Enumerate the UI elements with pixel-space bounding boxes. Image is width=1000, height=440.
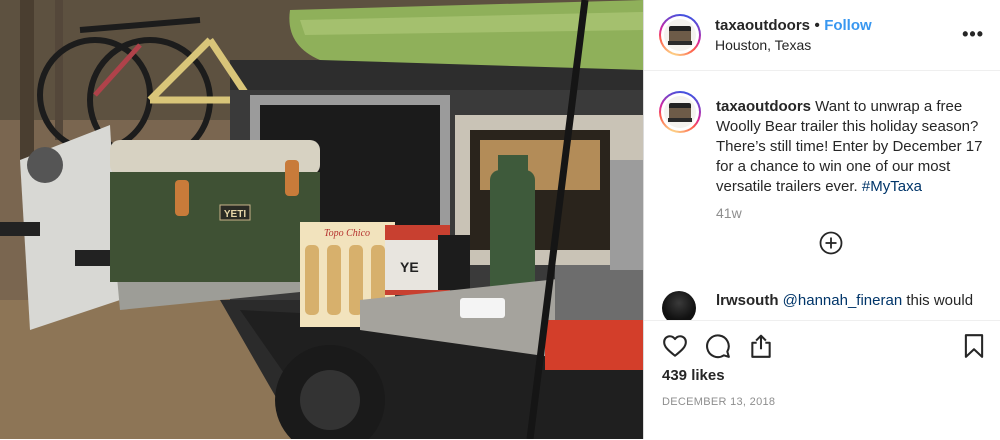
comment: lrwsouth @hannah_fineran this would: [716, 291, 988, 311]
taxa-logo: [664, 19, 696, 51]
action-bar: 439 likes DECEMBER 13, 2018: [644, 320, 1000, 440]
caption-time[interactable]: 41w: [716, 205, 742, 221]
comment-mention[interactable]: @hannah_fineran: [783, 292, 903, 309]
account-username[interactable]: taxaoutdoors: [715, 17, 810, 34]
commenter-avatar[interactable]: [662, 291, 696, 321]
bookmark-icon[interactable]: [961, 333, 987, 359]
post-photo[interactable]: YETI Topo Chico YE: [0, 0, 643, 439]
caption-avatar[interactable]: [659, 91, 701, 133]
account-avatar[interactable]: [659, 14, 701, 56]
comment-bubble-icon[interactable]: [705, 333, 731, 359]
trailer-scene: YETI Topo Chico YE: [0, 0, 643, 439]
taxa-logo: [664, 96, 696, 128]
post-header: taxaoutdoors • Follow Houston, Texas •••: [644, 0, 1000, 71]
comment-username[interactable]: lrwsouth: [716, 292, 779, 309]
comments-area: taxaoutdoors Want to unwrap a free Wooll…: [644, 71, 1000, 321]
crate-brand-label: Topo Chico: [324, 228, 370, 239]
follow-button[interactable]: Follow: [824, 17, 872, 34]
post-date[interactable]: DECEMBER 13, 2018: [662, 396, 775, 408]
plus-circle-icon[interactable]: [819, 231, 843, 255]
more-options-icon[interactable]: •••: [962, 25, 984, 43]
comment-body: this would: [902, 292, 974, 309]
caption-username[interactable]: taxaoutdoors: [716, 98, 811, 115]
share-icon[interactable]: [748, 333, 774, 359]
cooler-brand-label: YETI: [224, 209, 246, 220]
name-separator: •: [814, 17, 820, 34]
post-sidebar: taxaoutdoors • Follow Houston, Texas •••…: [643, 0, 1000, 439]
header-name-row: taxaoutdoors • Follow: [715, 17, 872, 35]
post-caption: taxaoutdoors Want to unwrap a free Wooll…: [716, 97, 988, 197]
caption-hashtag[interactable]: #MyTaxa: [862, 178, 922, 195]
heart-icon[interactable]: [662, 333, 688, 359]
like-count[interactable]: 439 likes: [662, 367, 725, 384]
bucket-label: YE: [400, 259, 419, 275]
post-location[interactable]: Houston, Texas: [715, 37, 811, 53]
